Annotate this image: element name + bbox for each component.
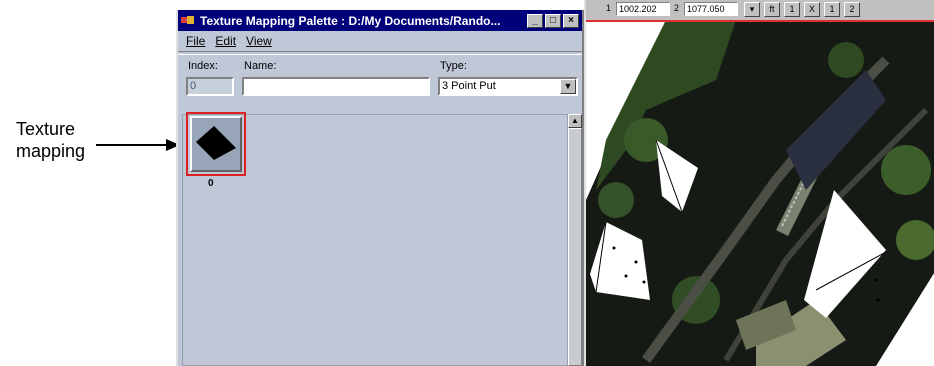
callout-arrow-icon [96,139,180,151]
chevron-down-icon[interactable]: ▼ [560,79,576,94]
app-icon [181,14,197,28]
aerial-image[interactable] [586,0,934,366]
toolbar-button-x[interactable]: X [804,2,820,17]
map-toolbar: 1 1002.202 2 1077.050 ▾ ft 1 X 1 2 [586,0,934,22]
toolbar-dropdown-button[interactable]: ▾ [744,2,760,17]
type-label: Type: [440,60,467,72]
toolbar-button-1[interactable]: 1 [784,2,800,17]
scrollbar-thumb[interactable] [568,128,582,366]
type-dropdown-value: 3 Point Put [442,80,496,92]
window-title: Texture Mapping Palette : D:/My Document… [200,13,501,28]
vertical-scrollbar[interactable]: ▲ [568,114,582,366]
texture-mapping-palette-window: Texture Mapping Palette : D:/My Document… [176,10,584,366]
menu-edit[interactable]: Edit [215,34,236,48]
toolbar-button-2[interactable]: 1 [824,2,840,17]
scroll-up-icon[interactable]: ▲ [568,114,582,128]
map-view[interactable]: 1 1002.202 2 1077.050 ▾ ft 1 X 1 2 [584,0,934,366]
minimize-button[interactable]: _ [527,13,543,28]
window-titlebar[interactable]: Texture Mapping Palette : D:/My Document… [178,10,582,31]
texture-mapping-callout: Texture mapping [16,118,85,162]
toolbar-units-button[interactable]: ft [764,2,780,17]
name-input[interactable] [242,77,430,96]
menu-separator [178,51,582,55]
y-coordinate-field[interactable]: 1077.050 [684,2,738,16]
toolbar-button-3[interactable]: 2 [844,2,860,17]
selection-highlight [186,112,246,176]
x-coordinate-label: 1 [606,3,612,13]
callout-line-1: Texture [16,119,76,139]
type-dropdown[interactable]: 3 Point Put ▼ [438,77,578,96]
x-coordinate-field[interactable]: 1002.202 [616,2,670,16]
index-label: Index: [188,60,218,72]
menu-file[interactable]: File [186,34,205,48]
texture-index-label: 0 [208,178,214,189]
callout-line-2: mapping [16,141,86,161]
menu-view[interactable]: View [246,34,272,48]
maximize-button[interactable]: □ [545,13,561,28]
close-button[interactable]: × [563,13,579,28]
map-toolbar-divider [586,20,934,22]
menu-bar: File Edit View [178,31,582,51]
index-field: 0 [186,77,234,96]
name-label: Name: [244,60,277,72]
y-coordinate-label: 2 [674,3,680,13]
